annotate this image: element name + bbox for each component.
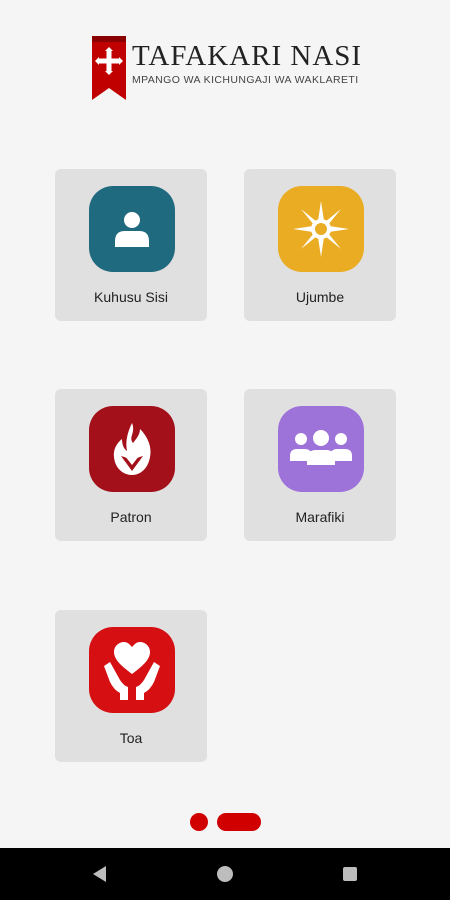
heart-hands-icon xyxy=(89,627,175,713)
group-icon xyxy=(278,406,364,492)
tile-patron[interactable]: Patron xyxy=(55,389,207,541)
tile-toa[interactable]: Toa xyxy=(55,610,207,762)
home-icon[interactable] xyxy=(211,860,239,888)
tile-label: Toa xyxy=(119,730,143,746)
cross-shield-icon xyxy=(92,36,126,100)
system-navigation-bar xyxy=(0,848,450,900)
tile-kuhusu-sisi[interactable]: Kuhusu Sisi xyxy=(55,169,207,321)
tile-ujumbe[interactable]: Ujumbe xyxy=(244,169,396,321)
tile-label: Marafiki xyxy=(295,509,345,525)
flame-icon xyxy=(89,406,175,492)
app-subtitle: MPANGO WA KICHUNGAJI WA WAKLARETI xyxy=(132,74,359,86)
back-icon[interactable] xyxy=(86,860,114,888)
app-title: TAFAKARI NASI xyxy=(132,40,363,72)
tile-marafiki[interactable]: Marafiki xyxy=(244,389,396,541)
app-header: TAFAKARI NASI MPANGO WA KICHUNGAJI WA WA… xyxy=(0,0,450,110)
page-dot-active[interactable] xyxy=(217,813,261,831)
page-indicator xyxy=(0,813,450,831)
tile-label: Ujumbe xyxy=(295,289,345,305)
page-dot[interactable] xyxy=(190,813,208,831)
recents-icon[interactable] xyxy=(336,860,364,888)
sun-icon xyxy=(278,186,364,272)
tile-label: Patron xyxy=(110,509,152,525)
app-logo: TAFAKARI NASI MPANGO WA KICHUNGAJI WA WA… xyxy=(92,36,362,102)
person-icon xyxy=(89,186,175,272)
tile-label: Kuhusu Sisi xyxy=(94,289,168,305)
